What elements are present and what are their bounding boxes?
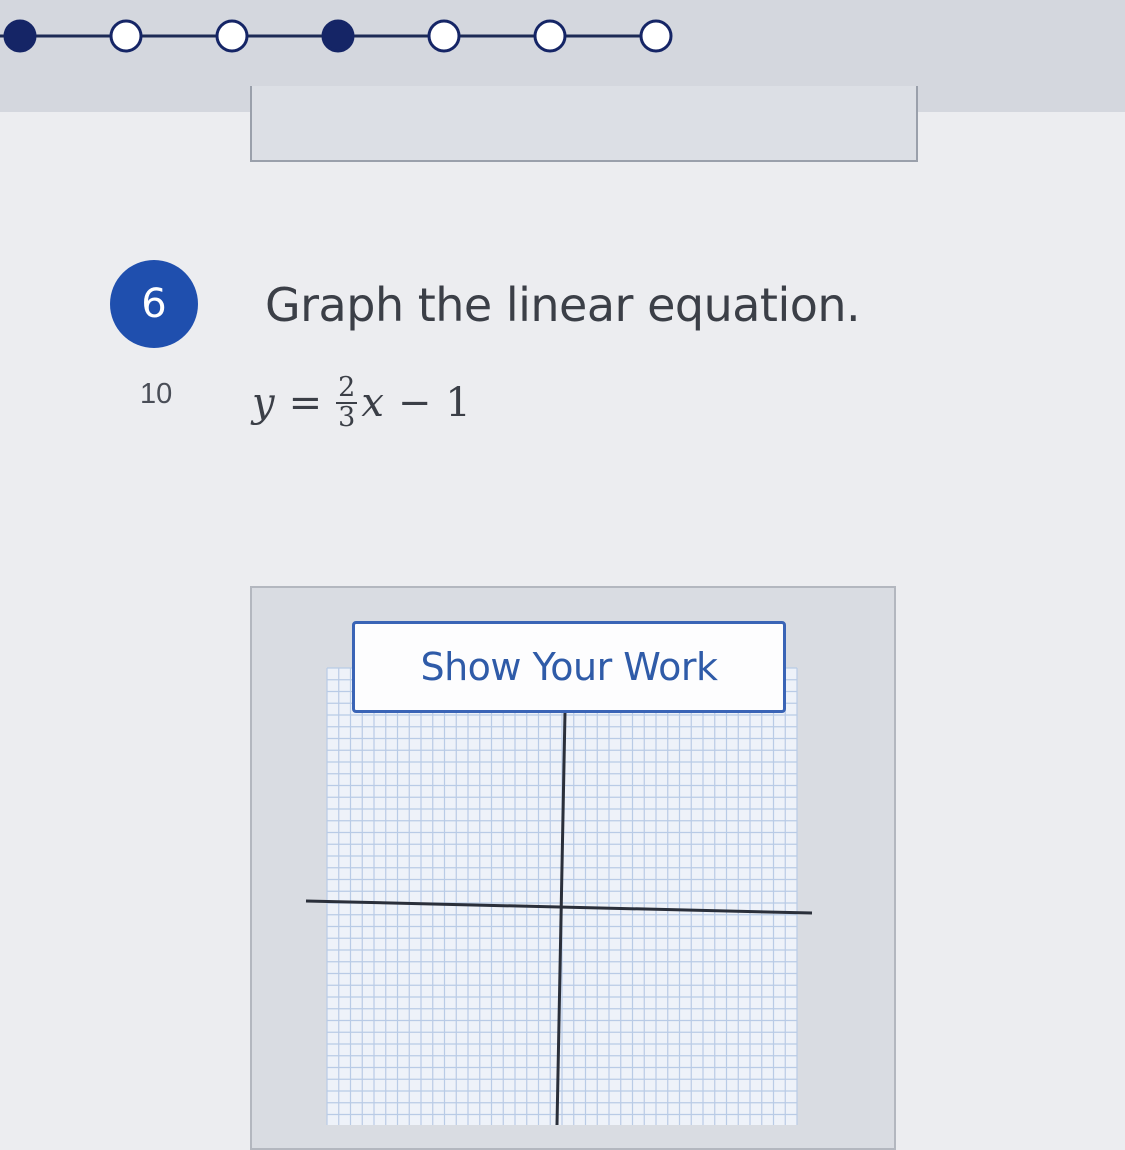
coordinate-grid[interactable] xyxy=(0,0,1125,1125)
show-your-work-button[interactable]: Show Your Work xyxy=(352,621,786,713)
